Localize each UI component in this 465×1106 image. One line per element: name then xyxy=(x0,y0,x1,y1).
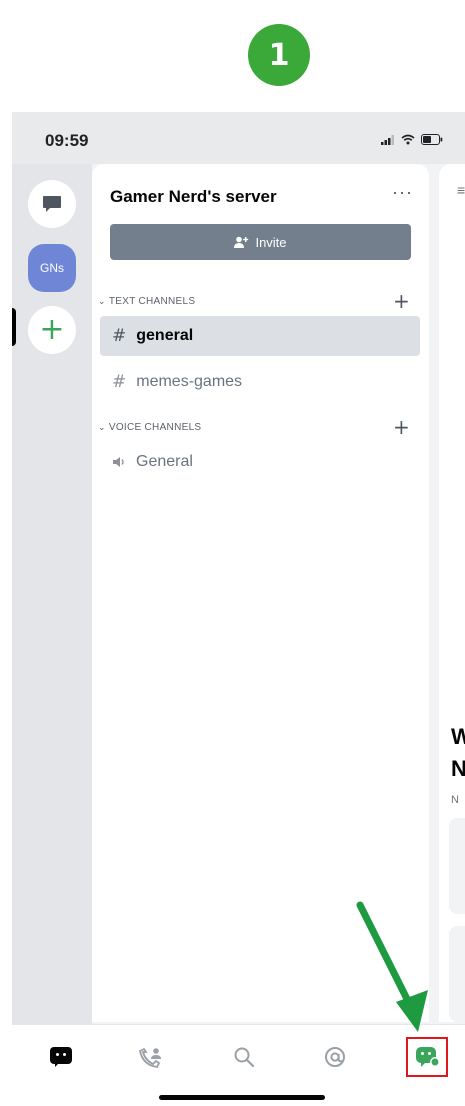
invite-label: Invite xyxy=(255,234,287,250)
nav-home[interactable] xyxy=(45,1041,77,1073)
channel-label: memes-games xyxy=(136,373,243,390)
more-options-icon[interactable]: ··· xyxy=(392,182,413,203)
add-channel-icon[interactable]: + xyxy=(393,289,410,313)
chat-bubble-icon xyxy=(43,196,61,212)
voice-channel-general[interactable]: General xyxy=(100,442,420,482)
add-server-button[interactable]: + xyxy=(28,306,76,354)
nav-search[interactable] xyxy=(228,1041,260,1073)
nav-friends[interactable] xyxy=(136,1041,168,1073)
category-text-channels[interactable]: ⌄ TEXT CHANNELS + xyxy=(98,289,418,313)
invite-button[interactable]: Invite xyxy=(110,224,411,260)
direct-messages-button[interactable] xyxy=(28,180,76,228)
battery-icon xyxy=(421,134,443,145)
home-icon xyxy=(50,1047,72,1067)
welcome-title-fragment: W xyxy=(451,724,465,749)
hash-icon: # xyxy=(112,372,127,392)
plus-icon: + xyxy=(39,312,65,347)
speaker-icon xyxy=(113,457,124,467)
server-icon-gns[interactable]: GNs xyxy=(28,244,76,292)
server-name[interactable]: Gamer Nerd's server xyxy=(110,187,277,207)
category-label: VOICE CHANNELS xyxy=(108,421,202,433)
status-time: 09:59 xyxy=(45,131,89,150)
chevron-down-icon: ⌄ xyxy=(98,421,106,432)
server-initials: GNs xyxy=(40,261,64,275)
chat-panel-peek[interactable]: ≡ W N N xyxy=(439,164,465,1022)
add-user-icon xyxy=(234,236,249,248)
welcome-card[interactable] xyxy=(449,818,465,914)
status-bar: 09:59 xyxy=(12,112,465,164)
chevron-down-icon: ⌄ xyxy=(98,295,106,306)
hash-icon: # xyxy=(112,326,127,346)
step-number-badge: 1 xyxy=(248,24,310,86)
category-voice-channels[interactable]: ⌄ VOICE CHANNELS + xyxy=(98,415,418,439)
highlight-box xyxy=(406,1037,448,1077)
signal-icon xyxy=(381,134,394,145)
mentions-icon xyxy=(325,1047,345,1067)
wifi-icon xyxy=(401,134,415,145)
category-label: TEXT CHANNELS xyxy=(108,295,196,307)
status-icons xyxy=(381,134,443,145)
pointer-arrow-icon xyxy=(356,901,428,1032)
menu-icon[interactable]: ≡ xyxy=(457,182,465,198)
search-icon xyxy=(234,1047,255,1068)
friends-icon xyxy=(139,1047,161,1068)
welcome-subtitle-fragment: N xyxy=(451,794,459,806)
welcome-card[interactable] xyxy=(449,926,465,1022)
channel-memes-games[interactable]: # memes-games xyxy=(100,362,420,402)
channel-label: general xyxy=(136,327,194,344)
selected-server-indicator xyxy=(12,308,16,346)
welcome-title-fragment-2: N xyxy=(451,756,465,781)
channel-general[interactable]: # general xyxy=(100,316,420,356)
add-channel-icon[interactable]: + xyxy=(393,415,410,439)
channel-label: General xyxy=(136,453,193,470)
home-indicator xyxy=(159,1095,325,1100)
nav-mentions[interactable] xyxy=(319,1041,351,1073)
server-rail: GNs + xyxy=(12,164,92,1024)
